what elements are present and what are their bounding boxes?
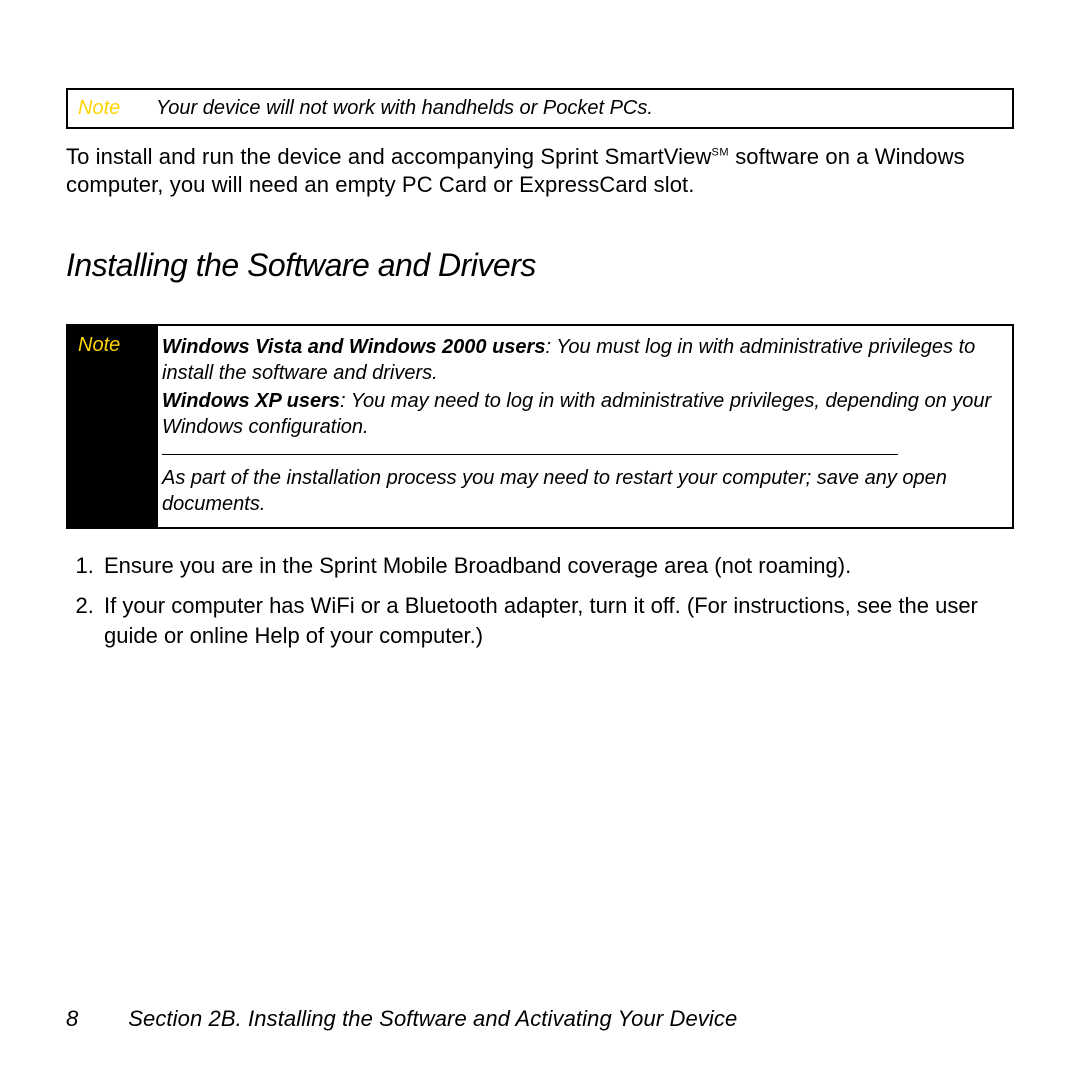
intro-pre: To install and run the device and accomp… xyxy=(66,144,711,169)
note-box-main: Note Windows Vista and Windows 2000 user… xyxy=(66,324,1014,529)
sm-mark: SM xyxy=(711,147,729,159)
manual-page: Note Your device will not work with hand… xyxy=(0,0,1080,1080)
note-label: Note xyxy=(68,90,156,127)
note-label: Note xyxy=(68,326,158,527)
note-para-1: Windows Vista and Windows 2000 users: Yo… xyxy=(162,334,998,386)
note-bold-1: Windows Vista and Windows 2000 users xyxy=(162,336,545,358)
note-para-3: As part of the installation process you … xyxy=(162,465,998,517)
note-para-2: Windows XP users: You may need to log in… xyxy=(162,388,998,440)
footer-text: Section 2B. Installing the Software and … xyxy=(128,1006,737,1031)
step-item-2: If your computer has WiFi or a Bluetooth… xyxy=(100,591,1014,650)
step-item-1: Ensure you are in the Sprint Mobile Broa… xyxy=(100,551,1014,581)
note-divider xyxy=(162,454,898,455)
intro-paragraph: To install and run the device and accomp… xyxy=(66,143,1014,199)
note-body: Windows Vista and Windows 2000 users: Yo… xyxy=(158,326,1012,527)
section-heading: Installing the Software and Drivers xyxy=(66,247,1014,284)
note-text: Your device will not work with handhelds… xyxy=(156,90,1012,127)
note-box-top: Note Your device will not work with hand… xyxy=(66,88,1014,129)
page-footer: 8 Section 2B. Installing the Software an… xyxy=(66,1006,737,1032)
step-list: Ensure you are in the Sprint Mobile Broa… xyxy=(66,551,1014,650)
note-text-3: As part of the installation process you … xyxy=(162,467,947,515)
note-bold-2: Windows XP users xyxy=(162,390,340,412)
page-number: 8 xyxy=(66,1006,122,1032)
